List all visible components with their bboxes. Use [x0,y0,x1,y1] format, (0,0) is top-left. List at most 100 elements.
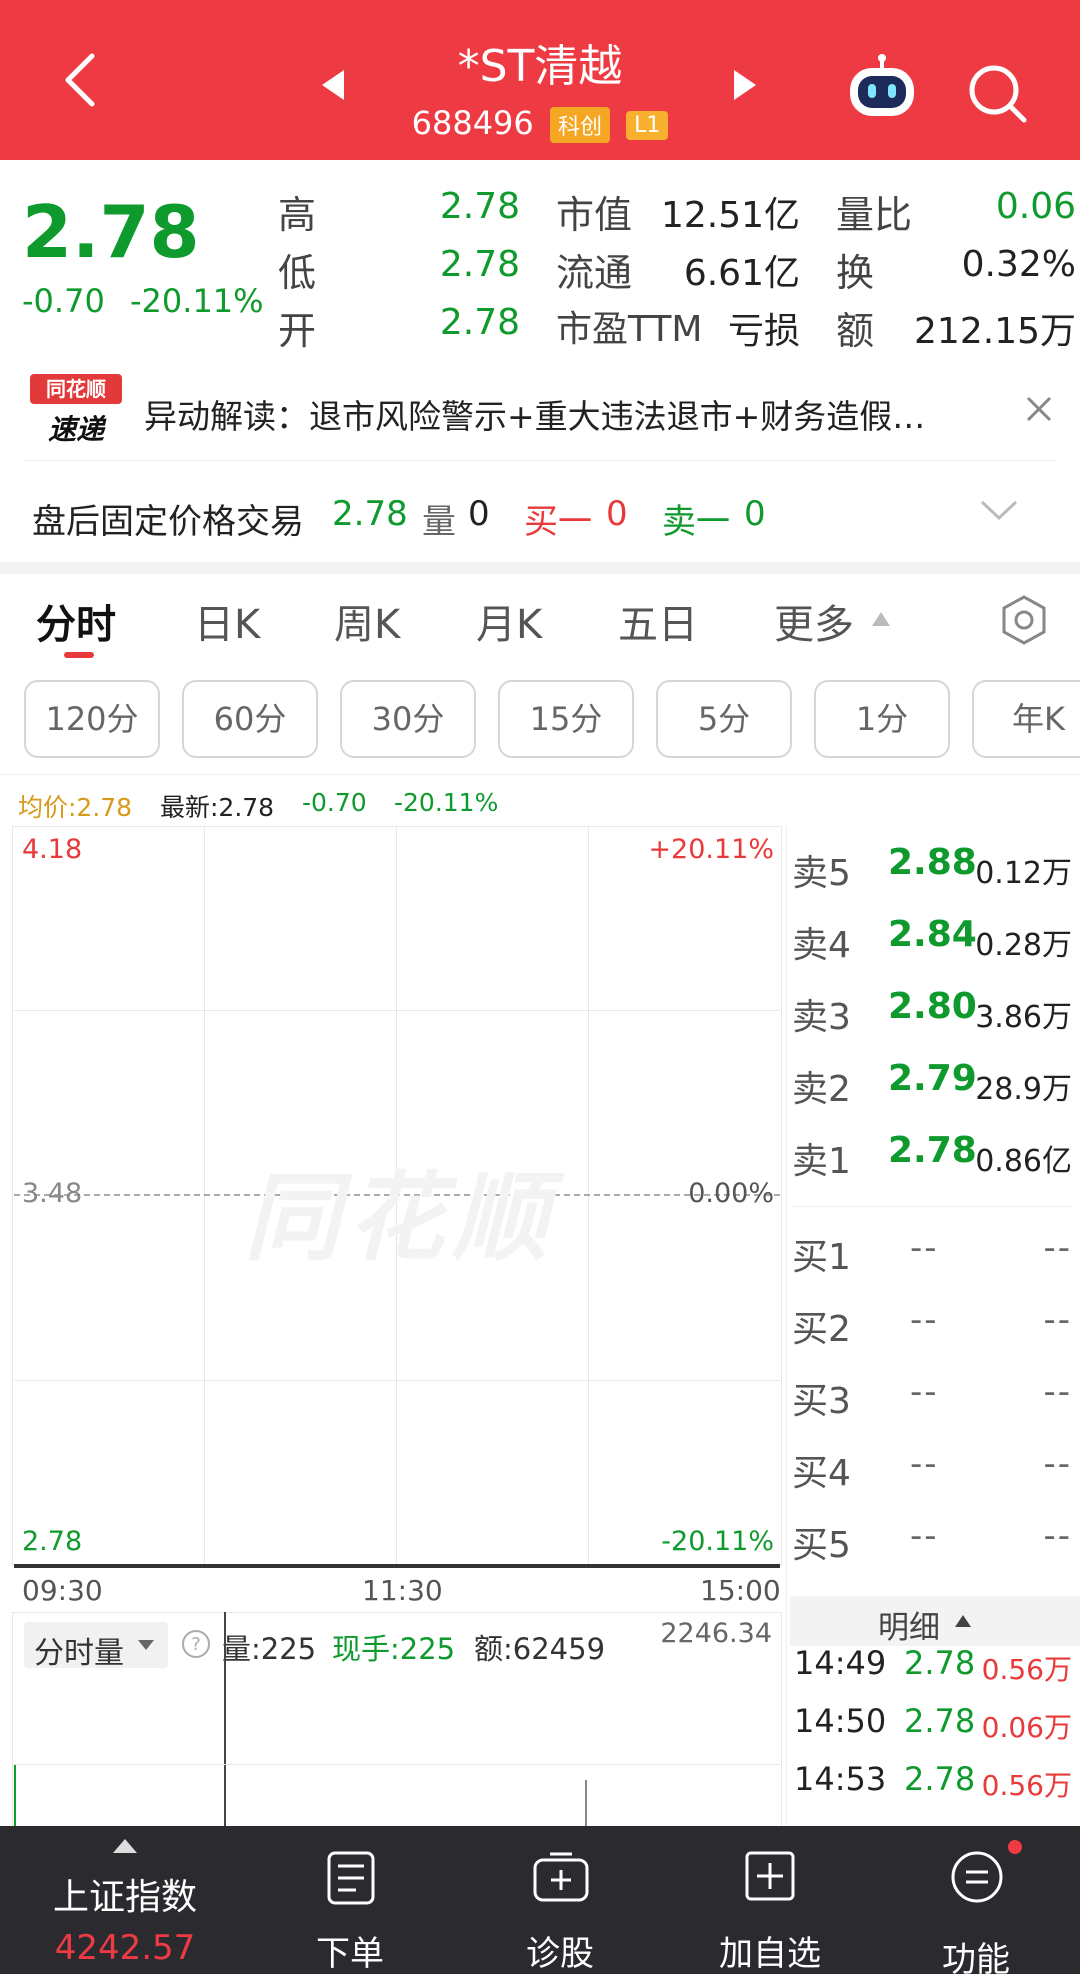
avg-price-label: 均价:2.78 [18,793,133,822]
ask-row: 卖5 2.88 0.12万 [792,834,1072,904]
bid-volume: -- [1043,1300,1072,1340]
ths-logo-bottom: 速递 [47,413,104,446]
add-watchlist-label: 加自选 [719,1934,821,1974]
bid-row: 买3 -- -- [792,1362,1072,1432]
ask-volume: 28.9万 [975,1072,1072,1107]
bid-row: 买1 -- -- [792,1218,1072,1288]
tick-volume: 0.06万 [981,1711,1072,1744]
pct-axis-top-label: +20.11% [648,834,774,865]
x-tick-close: 15:00 [700,1574,781,1607]
tab-indicator [64,652,94,658]
tick-price: 2.78 [904,1760,976,1798]
volume-bar [224,1612,226,1826]
dropdown-icon [138,1640,154,1650]
board-tag: 科创 [549,107,610,143]
close-icon[interactable] [1026,396,1052,422]
bid-price: -- [910,1300,939,1340]
ths-express-logo: 同花顺 速递 [30,374,122,446]
ask-row: 卖1 2.78 0.86亿 [792,1122,1072,1192]
bid-label: 买5 [792,1525,851,1566]
subtab-5min[interactable]: 5分 [656,680,792,758]
bid-price: -- [910,1444,939,1484]
functions-button[interactable]: 功能 [916,1826,1036,1974]
float-cap-value: 6.61亿 [683,253,800,294]
ask-volume: 0.86亿 [975,1144,1072,1179]
bottom-toolbar: 上证指数 4242.57 下单 诊股 加自选 功能 [0,1826,1080,1974]
grid-line [204,826,205,1566]
bid-volume: -- [1043,1516,1072,1556]
ask-label: 卖4 [792,925,851,966]
volume-selector-label: 分时量 [34,1636,124,1671]
y-axis-bottom-label: 2.78 [22,1526,83,1557]
ask-price: 2.79 [888,1058,977,1099]
volume-bar [585,1780,587,1826]
subtab-120min[interactable]: 120分 [24,680,160,758]
order-button[interactable]: 下单 [290,1826,410,1974]
subtab-30min[interactable]: 30分 [340,680,476,758]
bid-row: 买5 -- -- [792,1506,1072,1576]
after-hours-sell1-label: 卖一 [662,502,730,542]
tick-volume: 0.56万 [981,1769,1072,1802]
after-hours-vol-label: 量 [422,502,456,542]
index-ticker[interactable]: 上证指数 4242.57 [20,1826,230,1974]
grid-line [588,826,589,1566]
bid-price: -- [910,1228,939,1268]
subtab-yearly-k[interactable]: 年K [972,680,1080,758]
tab-weekly-k[interactable]: 周K [334,592,400,650]
add-watchlist-button[interactable]: 加自选 [700,1826,840,1974]
bid-volume: -- [1043,1228,1072,1268]
open-value: 2.78 [439,302,520,343]
tab-monthly-k[interactable]: 月K [476,592,542,650]
diagnose-button[interactable]: 诊股 [500,1826,620,1974]
ask-volume: 0.28万 [975,928,1072,963]
after-hours-sell1: 0 [744,494,766,534]
search-icon[interactable] [966,62,1030,126]
chart-change-pct: -20.11% [394,788,499,817]
tick-time: 14:49 [794,1644,887,1682]
ask-price: 2.78 [888,1130,977,1171]
detail-header[interactable]: 明细 [790,1596,1080,1646]
bid-volume: -- [1043,1444,1072,1484]
volume-ratio-value: 0.06 [995,186,1076,227]
ask-label: 卖3 [792,997,851,1038]
ask-volume: 3.86万 [975,1000,1072,1035]
caret-up-icon [113,1839,137,1853]
current-price: 2.78 [22,190,200,274]
next-stock-icon[interactable] [732,68,758,102]
add-icon [745,1851,795,1901]
low-label: 低 [278,251,317,295]
chevron-down-icon[interactable] [980,500,1018,522]
subtab-1min[interactable]: 1分 [814,680,950,758]
bid-label: 买3 [792,1381,851,1422]
subtab-60min[interactable]: 60分 [182,680,318,758]
ask-label: 卖1 [792,1141,851,1182]
x-tick-open: 09:30 [22,1574,103,1607]
stock-code: 688496 [411,104,534,142]
turnover-label: 换 [836,251,875,295]
price-change: -0.70 [22,282,105,320]
bid-label: 买2 [792,1309,851,1350]
notification-dot [1008,1840,1022,1854]
latest-price-label: 最新:2.78 [160,793,275,822]
tab-intraday[interactable]: 分时 [36,592,116,650]
volume-selector[interactable]: 分时量 [24,1622,168,1671]
ask-label: 卖2 [792,1069,851,1110]
settings-icon[interactable] [998,594,1050,646]
bid-label: 买4 [792,1453,851,1494]
tab-more[interactable]: 更多 [774,592,854,650]
float-cap-label: 流通 [556,251,633,295]
section-gap [0,562,1080,574]
tab-five-day[interactable]: 五日 [618,592,698,650]
high-label: 高 [278,193,317,237]
ask-label: 卖5 [792,853,851,894]
grid-line [14,1380,780,1381]
news-headline[interactable]: 异动解读：退市风险警示+重大违法退市+财务造假… [144,390,925,438]
pe-value: 亏损 [727,311,800,352]
bid-price: -- [910,1372,939,1412]
tab-daily-k[interactable]: 日K [194,592,260,650]
ask-volume: 0.12万 [975,856,1072,891]
help-icon[interactable]: ? [180,1628,212,1660]
market-cap-label: 市值 [556,193,633,237]
robot-assistant-icon[interactable] [844,54,920,124]
subtab-15min[interactable]: 15分 [498,680,634,758]
